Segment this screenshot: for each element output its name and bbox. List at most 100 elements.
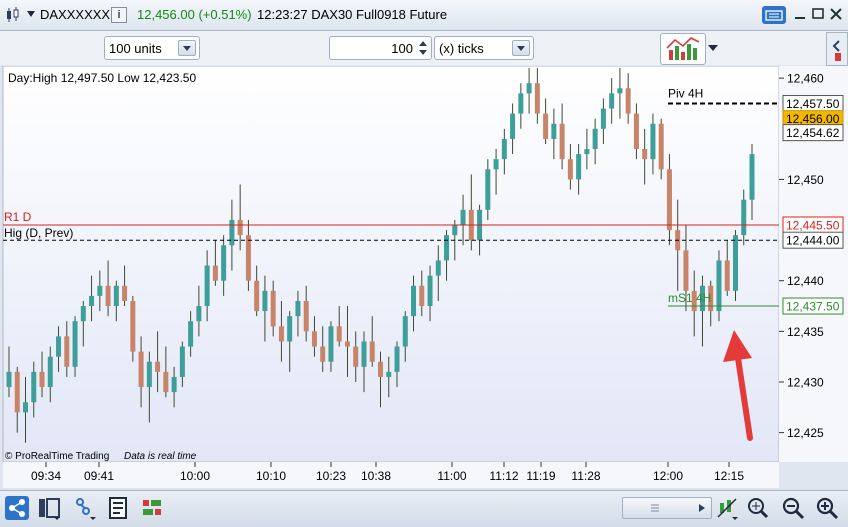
side-panel-toggle[interactable]: [826, 32, 848, 66]
day-high-low-label: Day:High 12,497.50 Low 12,423.50: [8, 71, 196, 85]
share-icon[interactable]: [4, 495, 30, 521]
x-tick-label: 11:28: [571, 469, 600, 483]
candle-body: [617, 88, 623, 94]
candle-body: [378, 361, 383, 377]
svg-text:12,454.62: 12,454.62: [786, 126, 840, 140]
candle-body: [633, 113, 639, 150]
info-icon[interactable]: i: [111, 7, 127, 23]
candle-body: [642, 149, 648, 160]
y-tick-label: 12,440: [787, 274, 824, 288]
candle-body: [435, 260, 441, 276]
candle-body: [386, 371, 392, 377]
level-price-label: 12,444.00: [782, 231, 844, 249]
candle-body: [80, 306, 86, 322]
candle-body: [411, 285, 417, 317]
chart-type-button[interactable]: [660, 33, 706, 65]
auto-scale-icon[interactable]: [714, 495, 740, 521]
horizontal-scrollbar[interactable]: [622, 497, 712, 519]
instrument-name[interactable]: DAXXXXXX: [40, 7, 110, 22]
candle: [732, 230, 738, 301]
zoom-in-icon[interactable]: [814, 495, 840, 521]
chevron-down-icon[interactable]: [178, 40, 196, 56]
instrument-dropdown-icon[interactable]: [27, 11, 35, 17]
candle-body: [716, 260, 722, 312]
candle-body: [741, 199, 747, 236]
candle-body: [625, 88, 631, 114]
x-tick-label: 10:23: [316, 469, 346, 483]
candle-body: [369, 341, 375, 362]
candle-body: [113, 285, 119, 307]
y-tick-label: 12,435: [787, 325, 824, 339]
candle-body: [97, 285, 103, 296]
candle-body: [336, 326, 342, 342]
candle-body: [534, 83, 540, 114]
candle-body: [31, 371, 37, 403]
window-layout-icon[interactable]: [36, 495, 62, 521]
chart-type-dropdown-icon[interactable]: [708, 45, 718, 51]
candle-body: [188, 321, 194, 347]
candle-body: [609, 93, 615, 109]
candle-body: [683, 250, 689, 291]
realtime-note: Data is real time: [124, 451, 197, 462]
candle-body: [14, 371, 20, 413]
candle-body: [237, 219, 243, 236]
candle-body: [526, 83, 532, 94]
candle-body: [600, 108, 606, 129]
svg-text:12,456.00: 12,456.00: [786, 112, 840, 126]
candle-body: [361, 341, 367, 367]
chevron-down-icon[interactable]: [512, 40, 530, 56]
ticks-unit-value: (x) ticks: [439, 41, 484, 56]
stepper-icon[interactable]: [416, 38, 430, 58]
level-name-label: Piv 4H: [668, 86, 703, 100]
x-tick-label: 12:00: [653, 469, 683, 483]
ticks-unit-select[interactable]: (x) ticks: [434, 36, 534, 60]
candle-body: [47, 356, 53, 388]
candle-body: [270, 290, 276, 327]
keyboard-icon[interactable]: [762, 6, 786, 24]
candle-body: [39, 371, 45, 388]
level-name-label: R1 D: [4, 210, 32, 224]
units-select[interactable]: 100 units: [104, 36, 200, 60]
candle-body: [452, 225, 458, 236]
zoom-out-icon[interactable]: [780, 495, 806, 521]
y-tick-label: 12,460: [787, 72, 824, 86]
close-icon[interactable]: [828, 6, 844, 22]
candle-body: [724, 260, 730, 291]
candle-body: [229, 219, 235, 246]
indicator-icon[interactable]: [106, 495, 132, 521]
x-tick-label: 11:12: [489, 469, 518, 483]
candle-body: [402, 316, 408, 347]
y-tick-label: 12,425: [787, 426, 824, 440]
minimize-icon[interactable]: [792, 6, 808, 22]
drawing-tool-icon[interactable]: [72, 495, 98, 521]
chart-style-icon[interactable]: [140, 495, 166, 521]
candle-body: [328, 326, 334, 362]
candle-body: [204, 265, 210, 307]
candle-body: [501, 138, 507, 160]
candle-body: [105, 285, 111, 307]
level-price-label: 12,457.50: [782, 94, 844, 112]
candle-body: [650, 123, 656, 160]
candle-body: [444, 235, 450, 261]
candle-body: [460, 209, 466, 226]
fit-screen-icon[interactable]: [744, 495, 770, 521]
chart-svg[interactable]: R1 D 12,445.50 Hig (D, Prev) 12,444.00 Piv 4…: [0, 66, 848, 488]
ticks-count-input[interactable]: 100: [329, 36, 432, 60]
y-tick-label: 12,430: [787, 375, 824, 389]
candle-body: [171, 376, 177, 393]
candle-body: [303, 300, 309, 332]
candle-body: [592, 128, 598, 150]
time-description: 12:23:27 DAX30 Full0918 Future: [257, 7, 448, 22]
price-chart[interactable]: R1 D 12,445.50 Hig (D, Prev) 12,444.00 Piv 4…: [0, 66, 848, 488]
x-tick-label: 10:00: [180, 469, 210, 483]
candle: [716, 250, 722, 322]
candle-body: [576, 154, 582, 180]
candle-body: [212, 265, 218, 281]
x-tick-label: 11:19: [526, 469, 555, 483]
candle-body: [221, 245, 227, 281]
svg-text:12,437.50: 12,437.50: [786, 300, 840, 314]
maximize-icon[interactable]: [810, 6, 826, 22]
panel-toggle-icon: [832, 40, 841, 61]
candle-body: [666, 169, 672, 231]
candle-body: [64, 336, 70, 367]
